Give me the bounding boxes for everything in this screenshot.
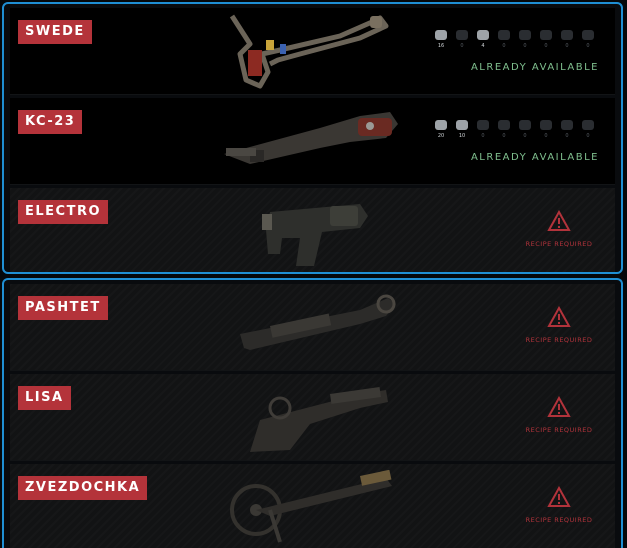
crafting-material-icon bbox=[477, 120, 489, 130]
crafting-material-icon bbox=[582, 120, 594, 130]
material-list: 16 0 4 0 0 0 0 0 bbox=[432, 30, 597, 49]
recipe-warning: RECIPE REQUIRED bbox=[519, 395, 599, 434]
status-recipe-required: RECIPE REQUIRED bbox=[525, 336, 593, 344]
material-count: 16 bbox=[437, 43, 445, 49]
weapon-row-zvezdochka[interactable]: ZVEZDOCHKA RECIPE REQUIRED bbox=[10, 464, 615, 548]
status-recipe-required: RECIPE REQUIRED bbox=[525, 516, 593, 524]
warning-triangle-icon bbox=[547, 485, 571, 507]
status-available: ALREADY AVAILABLE bbox=[470, 152, 599, 163]
material-list: 20 10 0 0 0 0 0 0 bbox=[432, 120, 597, 139]
zvezdochka-weapon-image bbox=[230, 470, 392, 543]
electro-weapon-image bbox=[262, 204, 368, 266]
material-count: 0 bbox=[586, 43, 590, 49]
crafting-material-icon bbox=[540, 30, 552, 40]
crafting-material-icon bbox=[561, 30, 573, 40]
weapon-name-badge: ELECTRO bbox=[18, 200, 109, 224]
swede-weapon-image bbox=[229, 14, 389, 89]
material-count: 0 bbox=[502, 133, 506, 139]
material-count: 20 bbox=[437, 133, 445, 139]
weapon-row-electro[interactable]: ELECTRO RECIPE REQUIRED bbox=[10, 188, 615, 272]
weapon-row-pashtet[interactable]: PASHTET RECIPE REQUIRED bbox=[10, 284, 615, 371]
weapon-name-badge: KC-23 bbox=[18, 110, 83, 134]
material-count: 4 bbox=[481, 43, 485, 49]
status-available: ALREADY AVAILABLE bbox=[470, 62, 599, 73]
weapon-group-2: PASHTET RECIPE REQUIRED LISA RECIPE REQU… bbox=[2, 278, 623, 548]
warning-triangle-icon bbox=[547, 209, 571, 231]
recipe-warning: RECIPE REQUIRED bbox=[519, 209, 599, 248]
crafting-material-icon bbox=[540, 120, 552, 130]
crafting-material-icon bbox=[456, 120, 468, 130]
crafting-material-icon bbox=[435, 120, 447, 130]
material-count: 0 bbox=[502, 43, 506, 49]
crafting-material-icon bbox=[519, 30, 531, 40]
weapon-row-kc-23[interactable]: KC-23 20 10 0 0 0 0 0 0 ALREADY AVAILABL… bbox=[10, 98, 615, 185]
recipe-warning: RECIPE REQUIRED bbox=[519, 485, 599, 524]
crafting-material-icon bbox=[582, 30, 594, 40]
pashtet-weapon-image bbox=[240, 294, 396, 350]
kc-23-weapon-image bbox=[224, 112, 398, 164]
crafting-material-icon bbox=[498, 120, 510, 130]
crafting-material-icon bbox=[435, 30, 447, 40]
lisa-weapon-image bbox=[250, 387, 388, 452]
material-count: 0 bbox=[460, 43, 464, 49]
weapon-name-badge: PASHTET bbox=[18, 296, 108, 320]
weapon-row-lisa[interactable]: LISA RECIPE REQUIRED bbox=[10, 374, 615, 461]
material-count: 0 bbox=[565, 43, 569, 49]
crafting-material-icon bbox=[456, 30, 468, 40]
material-count: 0 bbox=[523, 133, 527, 139]
weapon-name-badge: ZVEZDOCHKA bbox=[18, 476, 148, 500]
material-count: 0 bbox=[544, 43, 548, 49]
crafting-material-icon bbox=[477, 30, 489, 40]
material-count: 0 bbox=[523, 43, 527, 49]
weapon-group-1: SWEDE 16 0 4 0 0 0 0 0 ALREADY AVAILABLE… bbox=[2, 2, 623, 274]
crafting-material-icon bbox=[498, 30, 510, 40]
status-recipe-required: RECIPE REQUIRED bbox=[525, 426, 593, 434]
crafting-material-icon bbox=[561, 120, 573, 130]
warning-triangle-icon bbox=[547, 305, 571, 327]
material-count: 0 bbox=[565, 133, 569, 139]
weapon-row-swede[interactable]: SWEDE 16 0 4 0 0 0 0 0 ALREADY AVAILABLE bbox=[10, 8, 615, 95]
material-count: 0 bbox=[544, 133, 548, 139]
material-count: 0 bbox=[481, 133, 485, 139]
crafting-material-icon bbox=[519, 120, 531, 130]
weapon-name-badge: LISA bbox=[18, 386, 71, 410]
recipe-warning: RECIPE REQUIRED bbox=[519, 305, 599, 344]
weapon-name-badge: SWEDE bbox=[18, 20, 92, 44]
material-count: 10 bbox=[458, 133, 466, 139]
warning-triangle-icon bbox=[547, 395, 571, 417]
status-recipe-required: RECIPE REQUIRED bbox=[525, 240, 593, 248]
material-count: 0 bbox=[586, 133, 590, 139]
